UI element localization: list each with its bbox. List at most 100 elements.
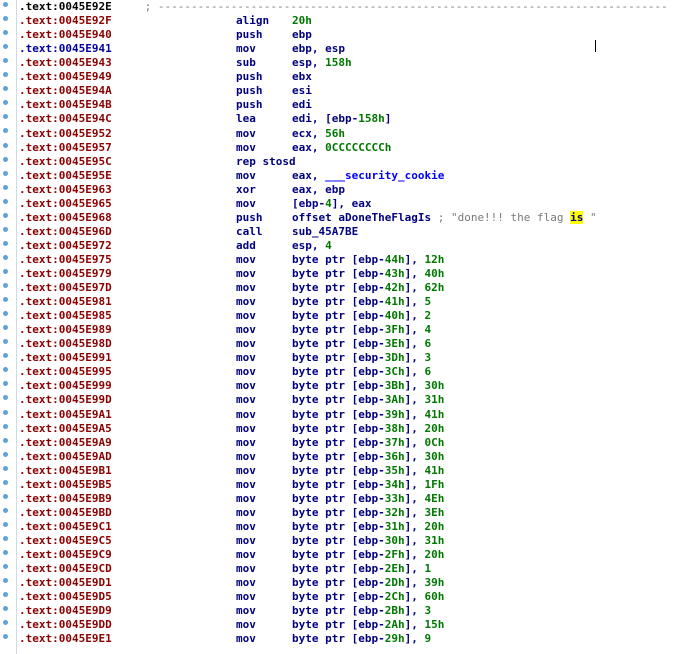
line-address: .text:0045E981 [19,295,112,309]
code-line[interactable]: .text:0045E94C lea edi, [ebp-158h] [0,112,693,126]
search-highlight: is [570,210,584,224]
code-line[interactable]: .text:0045E9C5 mov byte ptr [ebp-30h], 31h [0,534,693,548]
line-address: .text:0045E94C [19,112,112,126]
code-line[interactable]: .text:0045E9AD mov byte ptr [ebp-36h], 30h [0,450,693,464]
operand-text: byte ptr [ebp- [292,393,385,407]
line-address: .text:0045E941 [19,42,112,56]
operand-number: 6 [424,365,432,379]
line-address: .text:0045E9BD [19,505,112,519]
instruction-operands: byte ptr [ebp-44h], 12h [292,253,444,267]
code-line[interactable]: .text:0045E941 mov ebp, esp [0,42,693,56]
code-line[interactable]: .text:0045E968 push offset aDoneTheFlagIs … [0,210,693,225]
code-line[interactable]: .text:0045E9B1 mov byte ptr [ebp-35h], 41h [0,464,693,478]
code-line[interactable]: .text:0045E9D9 mov byte ptr [ebp-2Bh], 3 [0,604,693,618]
operand-text: ], [404,576,425,590]
code-line[interactable]: .text:0045E97D mov byte ptr [ebp-42h], 62h [0,281,693,295]
separator-line[interactable]: .text:0045E92E ; -----------------------… [0,0,693,14]
code-line[interactable]: .text:0045E952 mov ecx, 56h [0,127,693,141]
code-line[interactable]: .text:0045E94A push esi [0,84,693,98]
operand-symbol[interactable]: ___security_cookie [325,169,444,182]
operand-number: 4 [325,238,332,252]
code-line[interactable]: .text:0045E9E1 mov byte ptr [ebp-29h], 9 [0,632,693,646]
code-line[interactable]: .text:0045E999 mov byte ptr [ebp-3Bh], 30h [0,379,693,393]
code-line[interactable]: .text:0045E95C rep stosd [0,155,693,169]
instruction-operands: byte ptr [ebp-35h], 41h [292,464,444,478]
code-line[interactable]: .text:0045E985 mov byte ptr [ebp-40h], 2 [0,309,693,323]
instruction-operands: ebp, esp [292,42,345,56]
instruction-operands: [ebp-4], eax [292,197,372,211]
operand-number: 2Eh [384,562,405,575]
operand-text: byte ptr [ebp- [292,295,385,309]
code-line[interactable]: .text:0045E981 mov byte ptr [ebp-41h], 5 [0,295,693,309]
code-line[interactable]: .text:0045E9C9 mov byte ptr [ebp-2Fh], 20h [0,548,693,562]
instruction-operands: byte ptr [ebp-2Bh], 3 [292,604,431,618]
code-line[interactable]: .text:0045E94B push edi [0,98,693,112]
code-line[interactable]: .text:0045E9A9 mov byte ptr [ebp-37h], 0Ch [0,436,693,450]
code-line[interactable]: .text:0045E9BD mov byte ptr [ebp-32h], 3Eh [0,506,693,520]
instruction-mnemonic: mov [236,435,256,449]
code-line[interactable]: .text:0045E9D1 mov byte ptr [ebp-2Dh], 39h [0,576,693,590]
operand-number: 3Dh [384,351,405,365]
operand-number: 44h [384,252,405,266]
code-line[interactable]: .text:0045E98D mov byte ptr [ebp-3Eh], 6 [0,337,693,351]
code-line[interactable]: .text:0045E9C1 mov byte ptr [ebp-31h], 20h [0,520,693,534]
code-line[interactable]: .text:0045E9B9 mov byte ptr [ebp-33h], 4Eh [0,492,693,506]
code-line[interactable]: .text:0045E979 mov byte ptr [ebp-43h], 40h [0,267,693,281]
code-line[interactable]: .text:0045E9D5 mov byte ptr [ebp-2Ch], 60h [0,590,693,604]
operand-text: ], [404,281,425,294]
operand-number: 15h [424,618,445,632]
code-line[interactable]: .text:0045E9CD mov byte ptr [ebp-2Eh], 1 [0,562,693,576]
instruction-mnemonic: push [236,70,263,84]
code-line[interactable]: .text:0045E975 mov byte ptr [ebp-44h], 12h [0,253,693,267]
instruction-mnemonic: mov [236,519,256,533]
operand-text: byte ptr [ebp- [292,252,385,266]
instruction-operands: byte ptr [ebp-40h], 2 [292,309,431,323]
instruction-operands: eax, 0CCCCCCCCh [292,141,391,155]
operand-number: 30h [424,449,445,463]
code-line[interactable]: .text:0045E989 mov byte ptr [ebp-3Fh], 4 [0,323,693,337]
operand-number: 3Bh [384,379,405,393]
code-line[interactable]: .text:0045E943 sub esp, 158h [0,56,693,70]
code-line[interactable]: .text:0045E991 mov byte ptr [ebp-3Dh], 3 [0,351,693,365]
instruction-operands: ecx, 56h [292,127,345,141]
code-line[interactable]: .text:0045E92F align 20h [0,14,693,28]
code-line[interactable]: .text:0045E957 mov eax, 0CCCCCCCCh [0,141,693,155]
line-address: .text:0045E968 [19,210,112,224]
code-line[interactable]: .text:0045E9A5 mov byte ptr [ebp-38h], 20h [0,422,693,436]
code-line[interactable]: .text:0045E963 xor eax, ebp [0,183,693,197]
code-line[interactable]: .text:0045E9A1 mov byte ptr [ebp-39h], 41h [0,408,693,422]
operand-number: 30h [424,379,445,393]
operand-text: byte ptr [ebp- [292,548,385,561]
operand-text: ], [404,435,425,449]
code-line[interactable]: .text:0045E995 mov byte ptr [ebp-3Ch], 6 [0,365,693,379]
line-address: .text:0045E995 [19,365,112,379]
operand-number: 3Eh [384,337,405,351]
instruction-mnemonic: mov [236,323,256,337]
operand-text: offset aDoneTheFlagIs [292,210,438,224]
code-line[interactable]: .text:0045E940 push ebp [0,28,693,42]
line-address: .text:0045E9C5 [19,533,112,547]
code-line[interactable]: .text:0045E9DD mov byte ptr [ebp-2Ah], 15h [0,618,693,632]
line-address: .text:0045E92F [19,14,112,28]
line-address: .text:0045E9A1 [19,407,112,421]
line-address: .text:0045E9AD [19,449,112,463]
operand-number: 3 [424,604,432,618]
code-line[interactable]: .text:0045E965 mov [ebp-4], eax [0,197,693,211]
operand-text: ], [404,379,425,393]
operand-number: 4 [424,323,432,337]
code-line[interactable]: .text:0045E949 push ebx [0,70,693,84]
instruction-mnemonic: xor [236,182,256,196]
code-line[interactable]: .text:0045E972 add esp, 4 [0,239,693,253]
instruction-mnemonic: mov [236,463,256,477]
disassembly-view[interactable]: .text:0045E92E ; -----------------------… [0,0,693,654]
code-line[interactable]: .text:0045E99D mov byte ptr [ebp-3Ah], 31h [0,393,693,407]
code-line[interactable]: .text:0045E9B5 mov byte ptr [ebp-34h], 1Fh [0,478,693,492]
line-address: .text:0045E952 [19,126,112,140]
code-line[interactable]: .text:0045E96D call sub_45A7BE [0,225,693,239]
operand-number: 31h [424,393,445,407]
instruction-mnemonic: mov [236,140,256,154]
line-address: .text:0045E9CD [19,562,112,575]
code-line[interactable]: .text:0045E95E mov eax, ___security_cookie [0,169,693,183]
instruction-operands: byte ptr [ebp-39h], 41h [292,408,444,422]
operand-text: ], [404,533,425,547]
